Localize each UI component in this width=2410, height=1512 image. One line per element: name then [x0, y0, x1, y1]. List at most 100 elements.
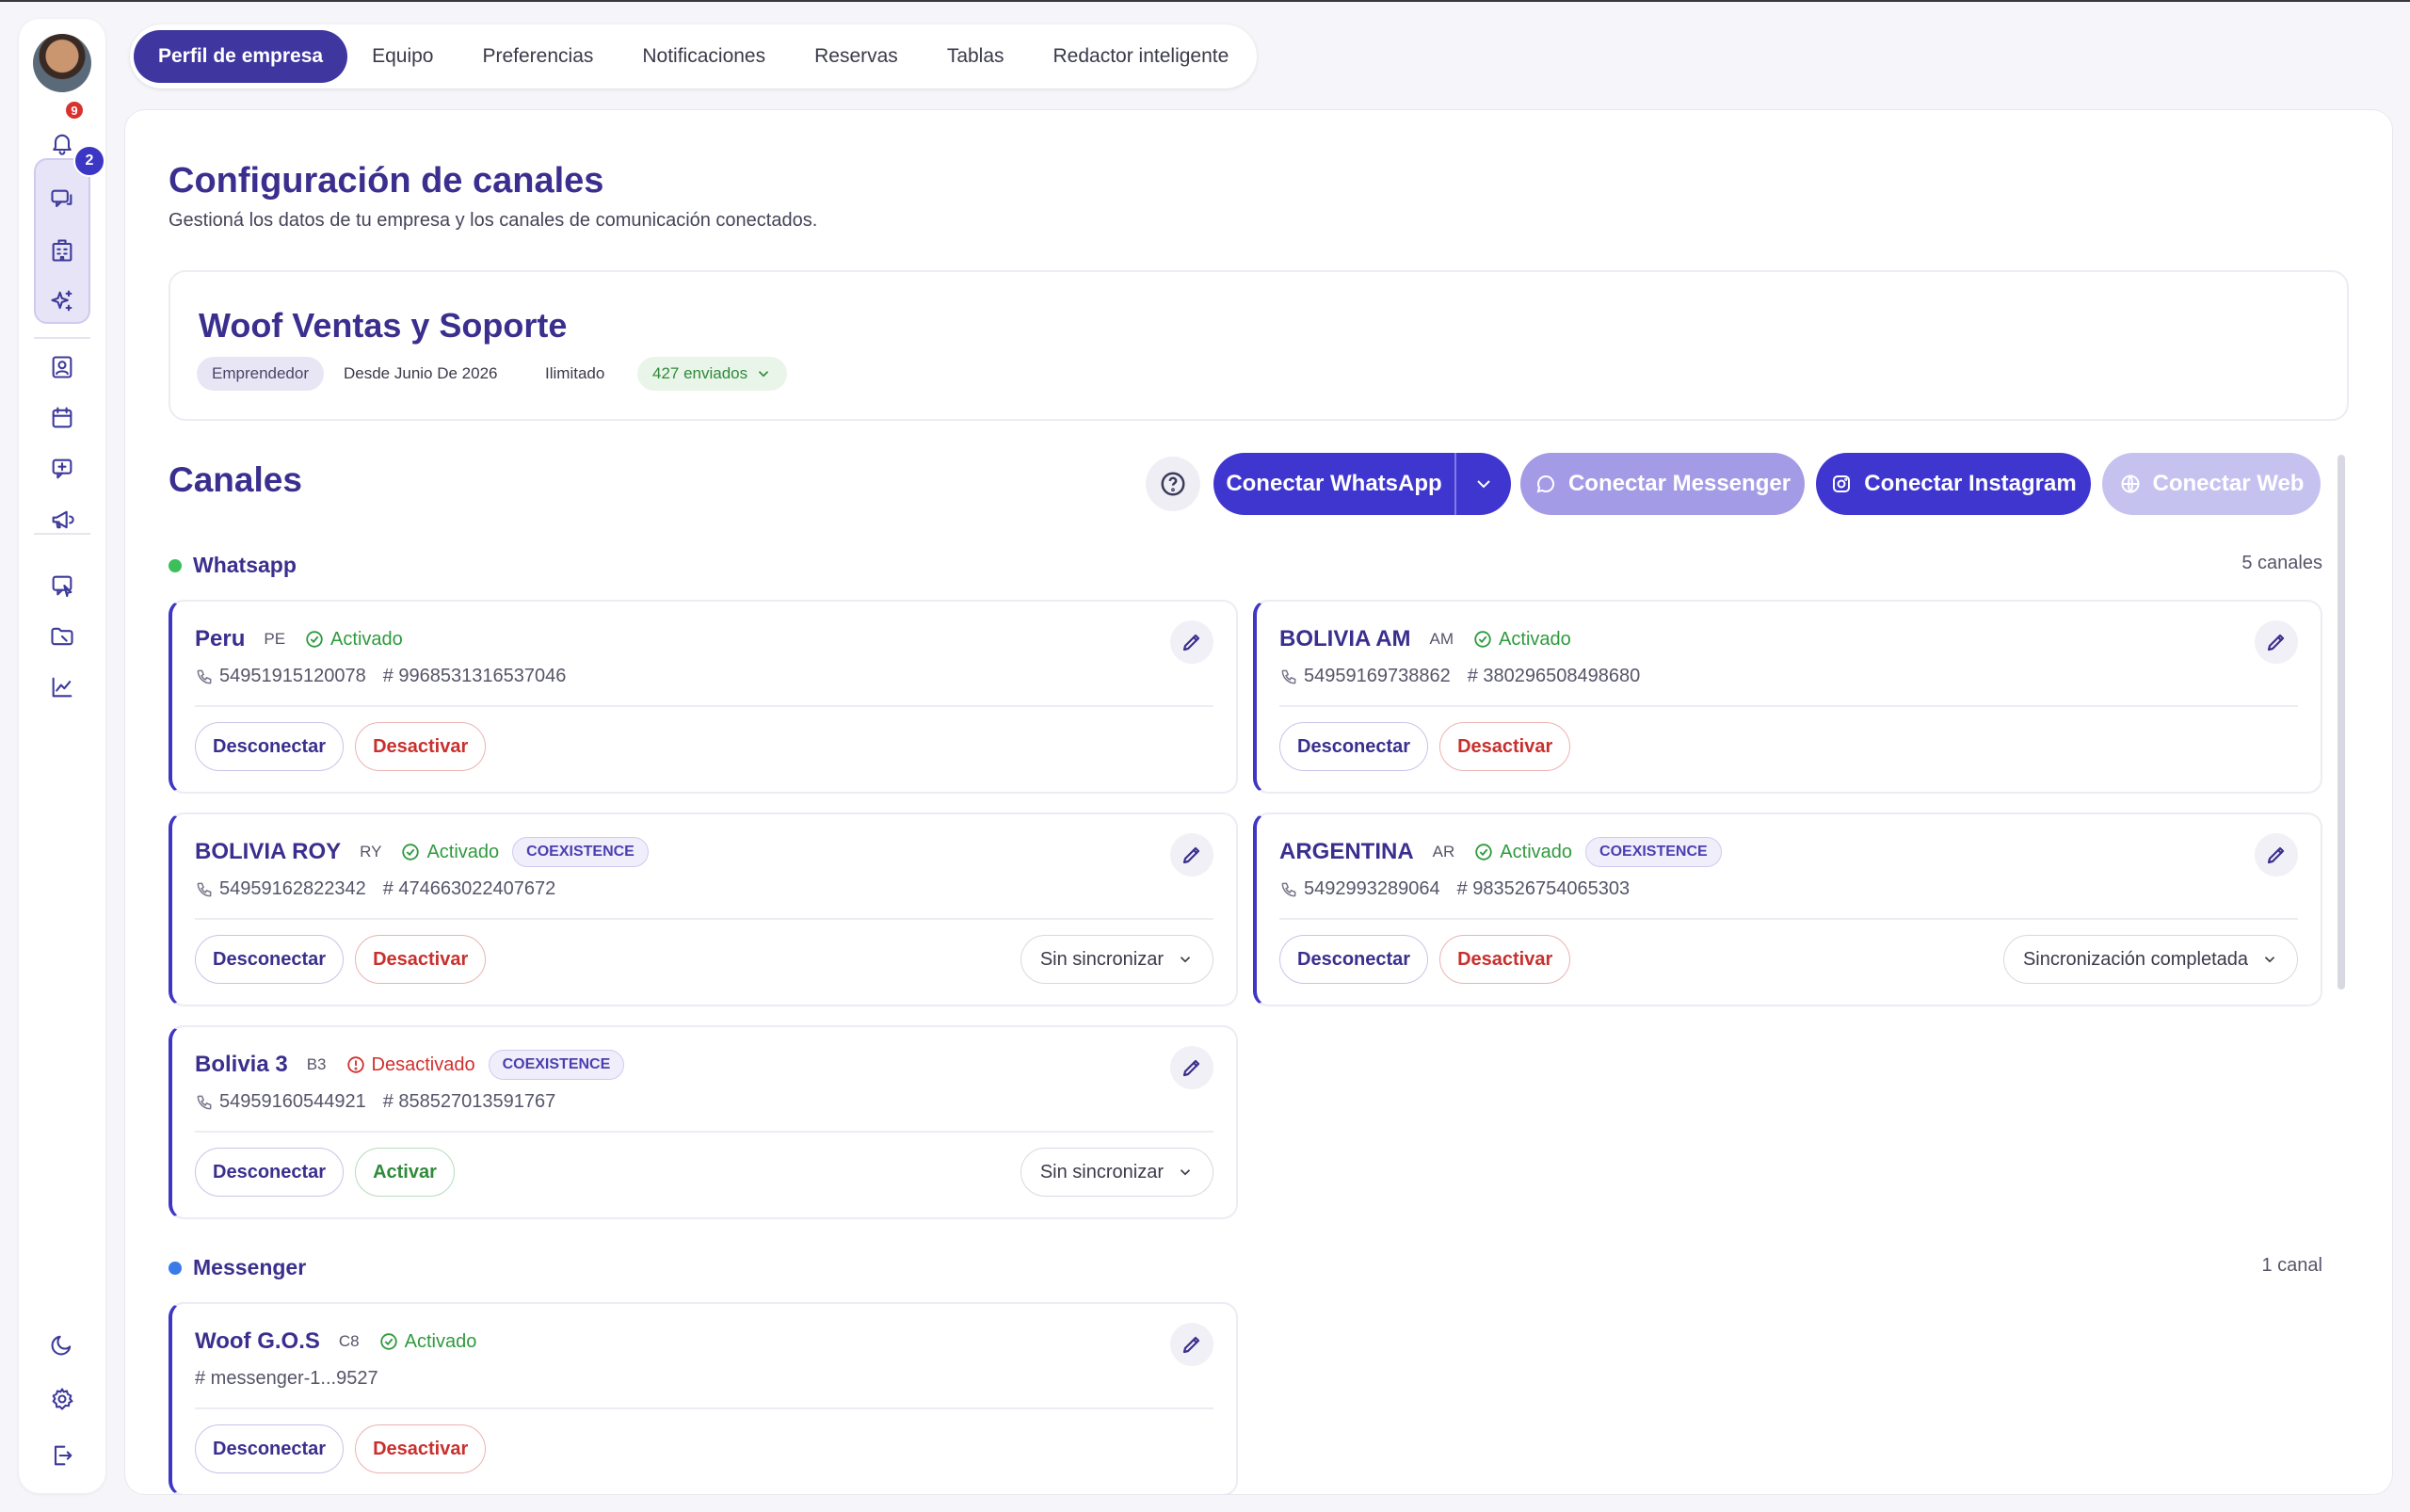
edit-channel-button[interactable] — [1170, 1046, 1213, 1089]
help-button[interactable] — [1146, 457, 1200, 511]
connect-whatsapp-button[interactable]: Conectar WhatsApp — [1213, 453, 1511, 515]
channel-phone: 54951915120078 — [219, 666, 366, 686]
tab-equipo[interactable]: Equipo — [347, 30, 458, 83]
sidebar-divider — [34, 337, 90, 339]
edit-channel-button[interactable] — [1170, 1323, 1213, 1366]
sync-status-dropdown[interactable]: Sin sincronizar — [1020, 1148, 1213, 1197]
sync-status-label: Sin sincronizar — [1039, 1161, 1164, 1182]
sent-count-dropdown[interactable]: 427 enviados — [637, 357, 788, 391]
company-name: Woof Ventas y Soporte — [199, 306, 568, 345]
folder-icon[interactable] — [43, 618, 81, 655]
moon-icon[interactable] — [43, 1326, 81, 1363]
card-divider — [1279, 918, 2298, 920]
phone-icon — [197, 882, 212, 896]
connect-messenger-button[interactable]: Conectar Messenger — [1520, 453, 1805, 515]
card-divider — [195, 1407, 1213, 1409]
pencil-icon — [1182, 846, 1200, 864]
disconnect-button[interactable]: Desconectar — [195, 1148, 345, 1197]
sparkles-icon[interactable] — [43, 282, 81, 320]
sync-status-dropdown[interactable]: Sincronización completada — [2002, 935, 2298, 984]
sent-count-label: 427 enviados — [652, 364, 748, 382]
tab-reservas[interactable]: Reservas — [790, 30, 923, 83]
avatar[interactable] — [33, 34, 91, 92]
building-icon[interactable] — [43, 232, 81, 269]
pencil-icon — [1182, 1336, 1200, 1354]
whatsapp-group-header: Whatsapp — [169, 553, 297, 578]
chevron-down-icon — [1180, 1169, 1191, 1176]
messenger-group-header: Messenger — [169, 1255, 306, 1280]
channels-title: Canales — [169, 460, 302, 499]
scrollbar[interactable] — [2338, 455, 2345, 989]
notification-badge: 9 — [64, 100, 85, 121]
connect-instagram-button[interactable]: Conectar Instagram — [1816, 453, 2091, 515]
edit-channel-button[interactable] — [2255, 620, 2298, 664]
card-divider — [195, 1131, 1213, 1133]
card-divider — [195, 918, 1213, 920]
disconnect-button[interactable]: Desconectar — [195, 935, 345, 984]
channel-name: Bolivia 3 — [195, 1052, 288, 1077]
since-label: Desde Junio De 2026 — [344, 364, 498, 382]
activate-button[interactable]: Activar — [355, 1148, 455, 1197]
channel-id: # 380296508498680 — [1467, 666, 1641, 686]
tab-perfil-de-empresa[interactable]: Perfil de empresa — [134, 30, 348, 83]
whatsapp-channel-count: 5 canales — [2241, 553, 2322, 573]
whatsapp-options-toggle[interactable] — [1456, 453, 1511, 515]
messenger-channel-count: 1 canal — [2261, 1255, 2323, 1276]
card-divider — [1279, 705, 2298, 707]
channel-card: BOLIVIA ROY RY Activado COEXISTENCE 5495… — [169, 812, 1238, 1006]
limit-label: Ilimitado — [545, 364, 605, 382]
edit-channel-button[interactable] — [1170, 620, 1213, 664]
status-label: Desactivado — [371, 1054, 475, 1075]
disconnect-button[interactable]: Desconectar — [1279, 722, 1429, 771]
tab-redactor-inteligente[interactable]: Redactor inteligente — [1029, 30, 1254, 83]
edit-channel-button[interactable] — [2255, 833, 2298, 877]
disconnect-button[interactable]: Desconectar — [195, 722, 345, 771]
check-badge-icon — [379, 1333, 397, 1350]
pencil-icon — [2267, 846, 2285, 864]
deactivate-button[interactable]: Desactivar — [1439, 935, 1571, 984]
deactivate-button[interactable]: Desactivar — [355, 1424, 487, 1473]
phone-icon — [197, 669, 212, 684]
chat-badge: 2 — [73, 145, 105, 177]
channel-card: ARGENTINA AR Activado COEXISTENCE 549299… — [1253, 812, 2322, 1006]
tab-preferencias[interactable]: Preferencias — [458, 30, 618, 83]
logout-icon[interactable] — [43, 1437, 81, 1474]
channel-id: # 983526754065303 — [1456, 878, 1631, 899]
check-badge-icon — [1474, 631, 1491, 648]
tab-tablas[interactable]: Tablas — [923, 30, 1029, 83]
status-active: Activado — [304, 629, 403, 651]
message-plus-icon[interactable] — [43, 450, 81, 488]
channel-phone: 54959169738862 — [1304, 666, 1451, 686]
status-dot — [169, 558, 182, 572]
alert-badge-icon — [346, 1056, 364, 1073]
company-card: Woof Ventas y Soporte Emprendedor Desde … — [169, 270, 2349, 421]
sidebar: 9 2 — [19, 19, 105, 1493]
message-cursor-icon[interactable] — [43, 567, 81, 604]
tab-notificaciones[interactable]: Notificaciones — [618, 30, 790, 83]
channel-card: Bolivia 3 B3 Desactivado COEXISTENCE 549… — [169, 1025, 1238, 1219]
deactivate-button[interactable]: Desactivar — [355, 935, 487, 984]
check-badge-icon — [1475, 844, 1493, 861]
gear-icon[interactable] — [43, 1380, 81, 1418]
edit-channel-button[interactable] — [1170, 833, 1213, 877]
messenger-icon — [1536, 475, 1554, 493]
status-label: Activado — [1500, 841, 1573, 862]
channel-card: Peru PE Activado 54951915120078 # 996853… — [169, 600, 1238, 794]
status-label: Activado — [404, 1330, 477, 1352]
sync-status-dropdown[interactable]: Sin sincronizar — [1020, 935, 1213, 984]
channel-code: AM — [1429, 630, 1454, 648]
deactivate-button[interactable]: Desactivar — [1439, 722, 1571, 771]
chart-icon[interactable] — [43, 668, 81, 706]
disconnect-button[interactable]: Desconectar — [1279, 935, 1429, 984]
calendar-icon[interactable] — [43, 399, 81, 437]
window-top-border — [0, 0, 2410, 2]
channel-code: C8 — [338, 1332, 360, 1350]
channel-id: # 9968531316537046 — [382, 666, 567, 686]
deactivate-button[interactable]: Desactivar — [355, 722, 487, 771]
phone-icon — [1281, 882, 1296, 896]
disconnect-button[interactable]: Desconectar — [195, 1424, 345, 1473]
chat-icon[interactable] — [43, 181, 81, 218]
connect-web-button[interactable]: Conectar Web — [2102, 453, 2321, 515]
contact-icon[interactable] — [43, 348, 81, 386]
sync-status-label: Sincronización completada — [2022, 948, 2248, 970]
